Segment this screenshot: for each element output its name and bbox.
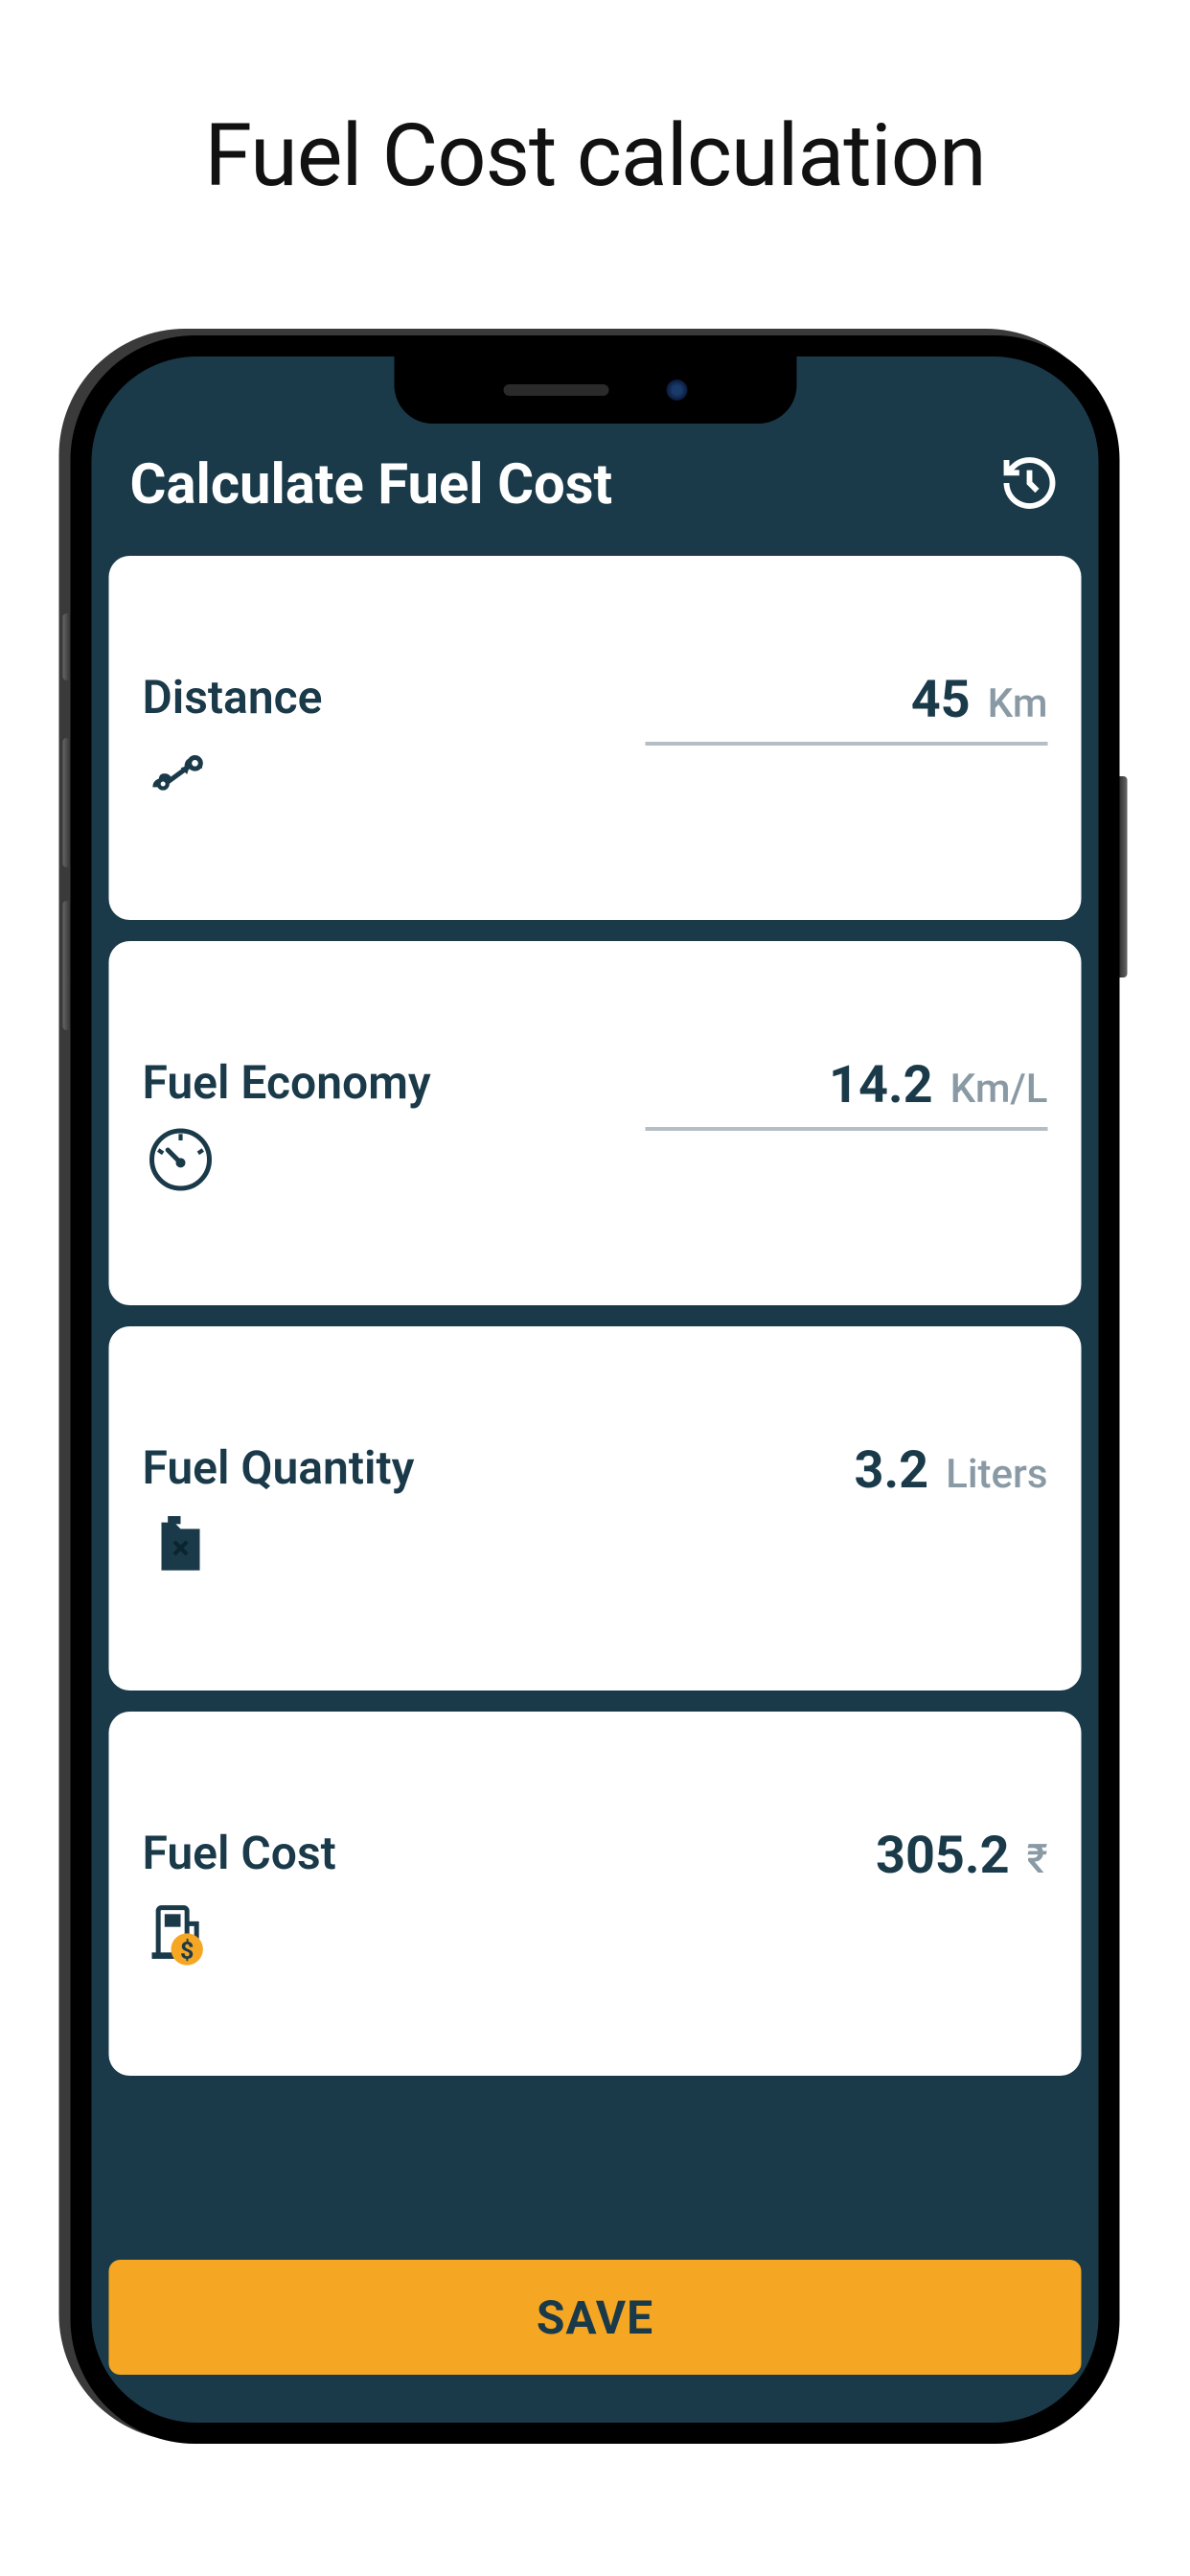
history-icon[interactable]	[999, 452, 1061, 518]
app-title: Calculate Fuel Cost	[130, 452, 613, 518]
economy-input[interactable]: 14.2	[829, 1055, 933, 1116]
distance-underline	[646, 742, 1048, 746]
cards-container: Distance	[92, 556, 1099, 2076]
cost-card: Fuel Cost $	[109, 1712, 1082, 2076]
quantity-unit: Liters	[946, 1451, 1047, 1498]
distance-card: Distance	[109, 556, 1082, 920]
notch	[394, 356, 796, 424]
quantity-value: 3.2	[855, 1440, 929, 1501]
cost-label: Fuel Cost	[143, 1826, 336, 1880]
quantity-card: Fuel Quantity 3.2 Liters	[109, 1326, 1082, 1690]
phone-frame: Calculate Fuel Cost Distance	[71, 335, 1120, 2444]
speaker	[503, 384, 608, 396]
distance-input[interactable]: 45	[911, 670, 971, 730]
volume-up-button	[63, 738, 71, 867]
cost-unit: ₹	[1027, 1836, 1048, 1883]
gauge-icon	[143, 1121, 431, 1202]
distance-unit: Km	[988, 680, 1048, 727]
page-title: Fuel Cost calculation	[0, 0, 1190, 206]
phone-screen: Calculate Fuel Cost Distance	[92, 356, 1099, 2423]
power-button	[1120, 776, 1128, 978]
mute-switch	[63, 613, 71, 680]
economy-label: Fuel Economy	[143, 1055, 431, 1110]
front-camera	[666, 380, 687, 401]
save-button[interactable]: SAVE	[109, 2260, 1082, 2375]
jerrycan-icon	[143, 1506, 415, 1587]
volume-down-button	[63, 901, 71, 1030]
fuel-pump-icon: $	[143, 1892, 336, 1972]
cost-value: 305.2	[876, 1826, 1010, 1886]
distance-icon	[143, 736, 323, 816]
svg-text:$: $	[180, 1938, 194, 1966]
economy-underline	[646, 1127, 1048, 1131]
distance-label: Distance	[143, 670, 323, 724]
economy-card: Fuel Economy	[109, 941, 1082, 1305]
economy-unit: Km/L	[950, 1066, 1048, 1113]
quantity-label: Fuel Quantity	[143, 1440, 415, 1495]
